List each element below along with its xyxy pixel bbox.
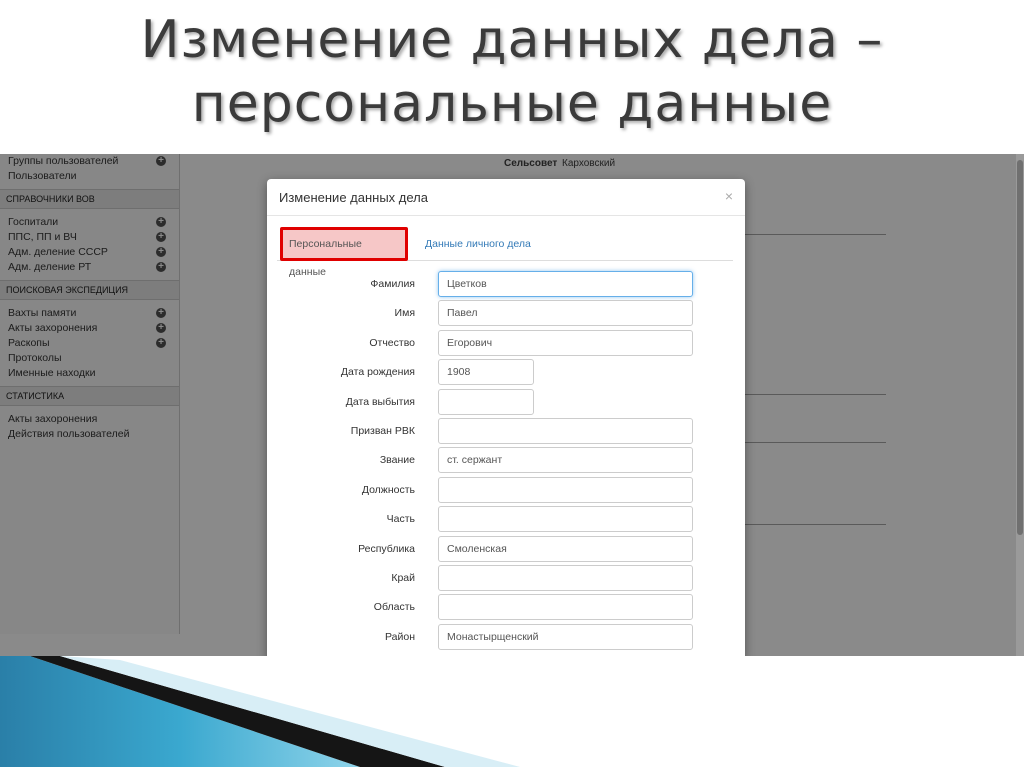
slide-title-line-2: персональные данные (191, 74, 833, 134)
plus-circle-icon[interactable]: + (156, 323, 166, 333)
scrollbar-thumb[interactable] (1017, 160, 1023, 535)
modal-tabs: Персональные данные Данные личного дела (277, 227, 733, 278)
field-label: Призван РВК (350, 425, 415, 437)
tab-personal-data[interactable]: Персональные данные (280, 227, 408, 278)
form-row: Призван РВК (267, 418, 745, 447)
plus-circle-icon[interactable]: + (156, 156, 166, 166)
sidebar-item[interactable]: Госпитали + (0, 215, 179, 230)
sidebar-section-header: ПОИСКОВАЯ ЭКСПЕДИЦИЯ (0, 280, 179, 300)
form-row: Республика (267, 535, 745, 565)
page-scrollbar[interactable] (1016, 154, 1024, 656)
field-label: Звание (379, 454, 415, 467)
sidebar-item[interactable]: Адм. деление РТ + (0, 260, 179, 275)
field-label: Часть (386, 513, 415, 526)
form-row: Край (267, 565, 745, 594)
sidebar-item-label: Именные находки (8, 367, 96, 379)
sidebar-item[interactable]: Группы пользователей + (0, 154, 179, 169)
sidebar-item[interactable]: ППС, ПП и ВЧ + (0, 230, 179, 245)
sidebar-item-label: Адм. деление СССР (8, 246, 108, 258)
form-row: Звание (267, 447, 745, 476)
sidebar-item-label: Госпитали (8, 216, 59, 228)
modal-title: Изменение данных дела (279, 190, 428, 205)
sidebar-item[interactable]: Акты захоронения (0, 412, 179, 427)
plus-circle-icon[interactable]: + (156, 232, 166, 242)
field-label: Район (385, 630, 415, 643)
field-label: Должность (361, 483, 415, 496)
field-input[interactable] (438, 359, 534, 386)
sidebar-item-label: Пользователи (8, 170, 77, 182)
form-row: Дата рождения (267, 359, 745, 388)
background-field-value: Карховский (562, 158, 616, 169)
sidebar-item[interactable]: Акты захоронения + (0, 321, 179, 336)
field-input[interactable] (438, 447, 693, 474)
sidebar-section-header: СТАТИСТИКА (0, 386, 179, 406)
sidebar-item-label: Группы пользователей (8, 155, 119, 167)
background-divider (736, 442, 886, 443)
field-input[interactable] (438, 535, 693, 562)
sidebar-item-label: Акты захоронения (8, 413, 98, 425)
sidebar-item-label: ППС, ПП и ВЧ (8, 231, 77, 243)
close-icon[interactable]: × (725, 188, 733, 204)
sidebar-item-label: Раскопы (8, 337, 50, 349)
field-label: Республика (358, 542, 415, 555)
field-label: Дата выбытия (345, 395, 415, 408)
sidebar-item-label: Адм. деление РТ (8, 261, 92, 273)
form-row: Дата выбытия (267, 388, 745, 418)
form-row: Область (267, 594, 745, 623)
sidebar-item[interactable]: Именные находки (0, 366, 179, 381)
form-row: Имя (267, 300, 745, 329)
field-input[interactable] (438, 388, 534, 415)
sidebar-item[interactable]: Раскопы + (0, 336, 179, 351)
edit-case-modal: Изменение данных дела × Персональные дан… (267, 179, 745, 656)
app-screenshot: Группы пользователей + Пользователи СПРАВОЧ… (0, 154, 1024, 656)
tab-case-data[interactable]: Данные личного дела (415, 227, 541, 261)
sidebar-item[interactable]: Пользователи (0, 169, 179, 184)
form-row: Фамилия (267, 271, 745, 300)
sidebar-item-label: Протоколы (8, 352, 62, 364)
plus-circle-icon[interactable]: + (156, 262, 166, 272)
sidebar-item-label: Вахты памяти (8, 307, 77, 319)
sidebar-item-label: Акты захоронения (8, 322, 98, 334)
field-label: Отчество (369, 336, 415, 349)
sidebar-item-label: Действия пользователей (8, 428, 130, 440)
plus-circle-icon[interactable]: + (156, 308, 166, 318)
modal-header: Изменение данных дела × (267, 179, 745, 216)
form-row: Район (267, 623, 745, 653)
decorative-band (0, 656, 520, 767)
plus-circle-icon[interactable]: + (156, 217, 166, 227)
field-input[interactable] (438, 329, 693, 356)
field-input[interactable] (438, 594, 693, 621)
form-row: Отчество (267, 329, 745, 359)
sidebar: Группы пользователей + Пользователи СПРАВОЧ… (0, 154, 180, 634)
slide-title-line-1: Изменение данных дела – (140, 10, 884, 70)
sidebar-section-header: СПРАВОЧНИКИ ВОВ (0, 189, 179, 209)
sidebar-item[interactable]: Протоколы (0, 351, 179, 366)
slide-title: Изменение данных дела – персональные дан… (0, 8, 1024, 148)
form-row: Часть (267, 506, 745, 535)
sidebar-item[interactable]: Вахты памяти + (0, 306, 179, 321)
form-row: Должность (267, 476, 745, 506)
background-divider (736, 394, 886, 395)
sidebar-item[interactable]: Действия пользователей (0, 427, 179, 442)
plus-circle-icon[interactable]: + (156, 247, 166, 257)
background-field-label: Сельсовет (504, 158, 558, 169)
field-label: Область (373, 601, 415, 614)
field-input[interactable] (438, 418, 693, 444)
field-input[interactable] (438, 300, 693, 327)
sidebar-item[interactable]: Адм. деление СССР + (0, 245, 179, 260)
field-input[interactable] (438, 506, 693, 533)
field-input[interactable] (438, 565, 693, 591)
plus-circle-icon[interactable]: + (156, 338, 166, 348)
field-input[interactable] (438, 271, 693, 297)
field-label: Имя (394, 307, 415, 320)
field-input[interactable] (438, 623, 693, 650)
background-divider (736, 524, 886, 525)
field-label: Фамилия (370, 278, 415, 290)
field-input[interactable] (438, 476, 693, 503)
field-label: Край (391, 572, 415, 584)
field-label: Дата рождения (340, 366, 415, 379)
background-divider (736, 234, 886, 235)
